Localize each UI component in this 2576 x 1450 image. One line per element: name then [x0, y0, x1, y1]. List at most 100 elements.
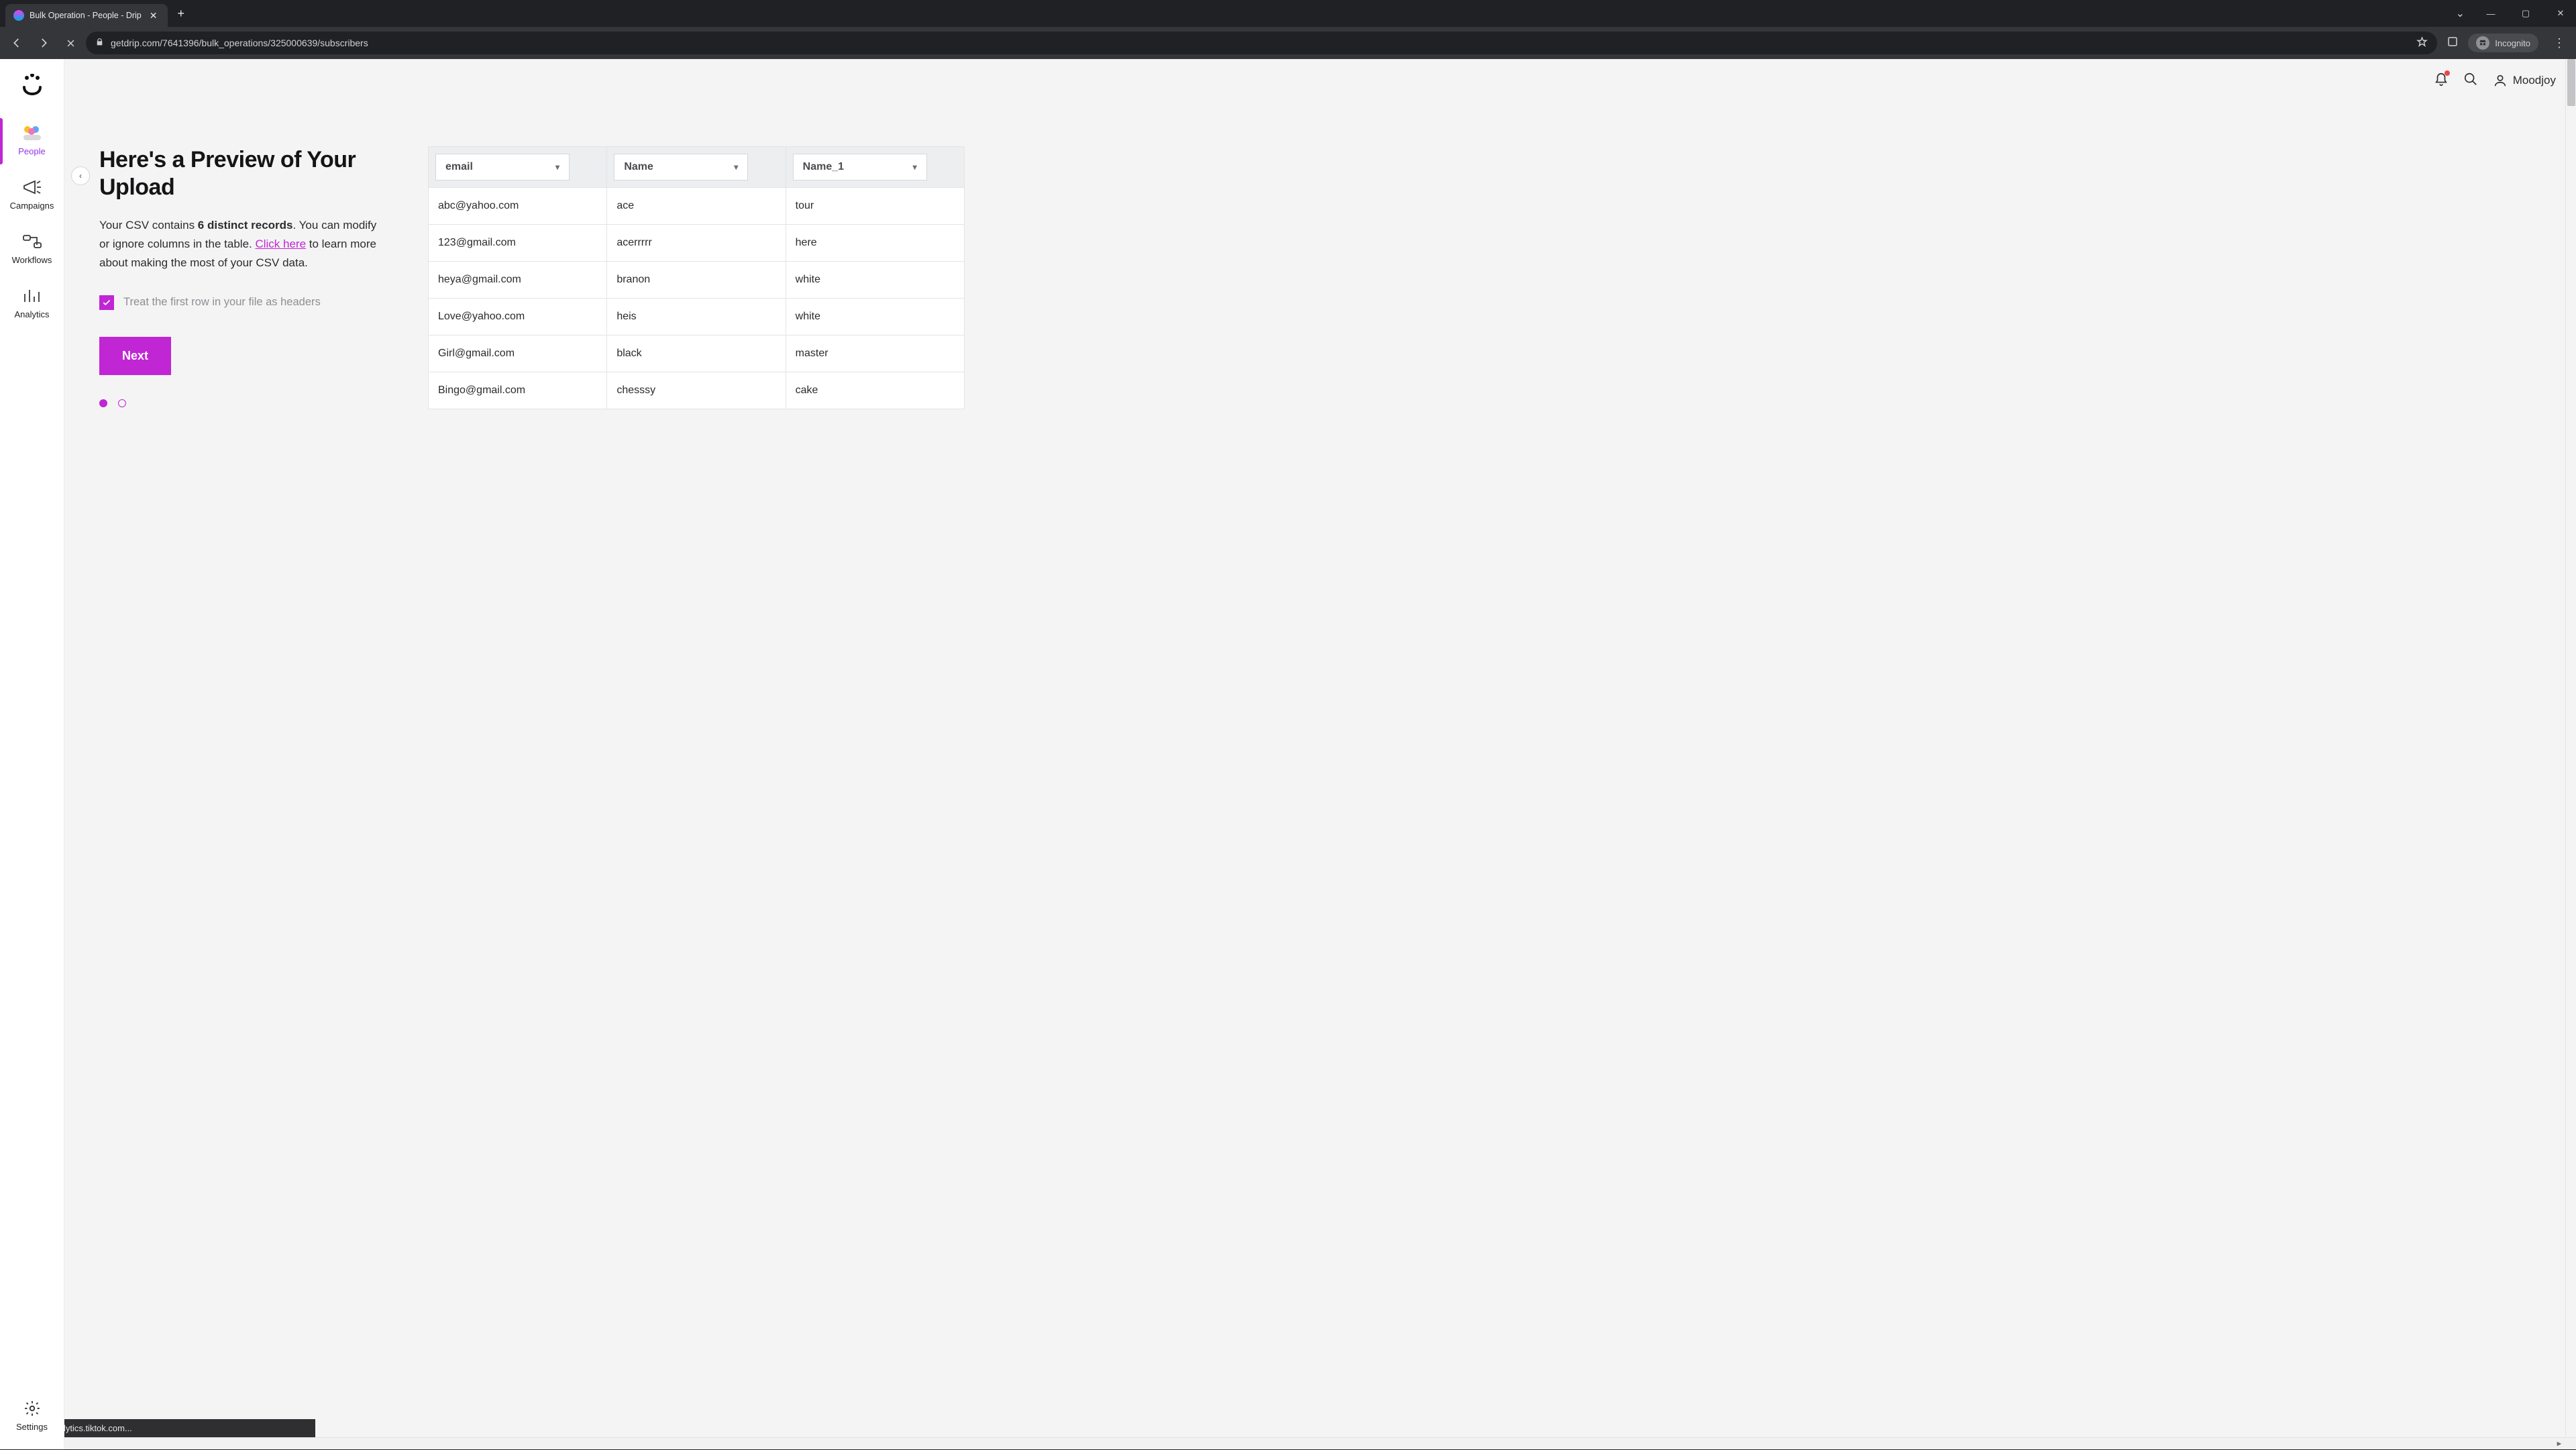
cell: acerrrrr — [607, 225, 786, 262]
sidebar-item-analytics[interactable]: Analytics — [0, 277, 64, 331]
sidebar-item-label: People — [18, 146, 45, 156]
cell: master — [786, 335, 964, 372]
gear-icon — [21, 1399, 44, 1418]
cell: cake — [786, 372, 964, 409]
chevron-down-icon: ▾ — [734, 162, 738, 172]
sidebar-item-campaigns[interactable]: Campaigns — [0, 168, 64, 223]
forward-button[interactable] — [32, 32, 55, 54]
drip-logo[interactable] — [20, 74, 44, 95]
lock-icon — [95, 38, 104, 48]
sidebar-item-label: Workflows — [12, 255, 52, 265]
page-viewport: People Campaigns Workflows Analytics — [0, 59, 2576, 1449]
learn-more-link[interactable]: Click here — [255, 238, 306, 250]
bookmark-star-icon[interactable] — [2416, 36, 2428, 50]
notification-dot-icon — [2445, 70, 2450, 76]
cell: heya@gmail.com — [429, 262, 607, 299]
headers-checkbox-label: Treat the first row in your file as head… — [123, 296, 321, 309]
preview-table: email ▾ Name ▾ — [428, 146, 965, 409]
table-row: Love@yahoo.comheiswhite — [429, 299, 965, 335]
minimize-button[interactable]: ― — [2475, 2, 2506, 25]
content-row: Here's a Preview of Your Upload Your CSV… — [99, 146, 2549, 409]
sidebar-item-label: Settings — [16, 1422, 48, 1432]
table-row: 123@gmail.comacerrrrrhere — [429, 225, 965, 262]
chevron-down-icon: ▾ — [555, 162, 559, 172]
sidebar-item-people[interactable]: People — [0, 114, 64, 168]
new-tab-button[interactable]: + — [168, 7, 194, 21]
notifications-button[interactable] — [2434, 72, 2449, 90]
cell: abc@yahoo.com — [429, 188, 607, 225]
search-button[interactable] — [2463, 72, 2478, 90]
browser-toolbar: getdrip.com/7641396/bulk_operations/3250… — [0, 27, 2576, 59]
sidebar-item-label: Analytics — [14, 309, 49, 319]
cell: white — [786, 299, 964, 335]
desc-prefix: Your CSV contains — [99, 219, 198, 231]
back-button[interactable] — [5, 32, 28, 54]
collapse-sidebar-button[interactable]: ‹ — [71, 166, 90, 185]
people-icon — [21, 123, 44, 142]
upload-description: Your CSV contains 6 distinct records. Yo… — [99, 216, 388, 272]
cell: ace — [607, 188, 786, 225]
select-value: Name_1 — [803, 161, 844, 173]
cell: here — [786, 225, 964, 262]
select-value: Name — [624, 161, 653, 173]
megaphone-icon — [21, 178, 44, 197]
table-row: heya@gmail.combranonwhite — [429, 262, 965, 299]
address-bar[interactable]: getdrip.com/7641396/bulk_operations/3250… — [86, 32, 2437, 54]
chevron-down-icon: ▾ — [913, 162, 917, 172]
stop-reload-button[interactable] — [59, 32, 82, 54]
close-tab-icon[interactable]: ✕ — [147, 9, 160, 23]
tab-title: Bulk Operation - People - Drip — [30, 11, 142, 20]
headers-checkbox[interactable] — [99, 295, 114, 310]
close-window-button[interactable]: ✕ — [2545, 2, 2576, 25]
horizontal-scrollbar[interactable]: ◄ ► — [0, 1437, 2576, 1449]
upload-info-panel: Here's a Preview of Your Upload Your CSV… — [99, 146, 388, 409]
extensions-icon[interactable] — [2447, 36, 2459, 51]
sidebar-item-workflows[interactable]: Workflows — [0, 223, 64, 277]
main-area: Moodjoy ‹ Here's a Preview of Your Uploa… — [64, 59, 2576, 1449]
window-controls: ⌄ ― ▢ ✕ — [2456, 2, 2576, 25]
column-mapping-select-1[interactable]: Name ▾ — [614, 154, 748, 180]
table-row: abc@yahoo.comacetour — [429, 188, 965, 225]
cell: Bingo@gmail.com — [429, 372, 607, 409]
next-button[interactable]: Next — [99, 337, 171, 375]
cell: 123@gmail.com — [429, 225, 607, 262]
browser-menu-button[interactable]: ⋮ — [2548, 34, 2571, 53]
hscroll-right-arrow[interactable]: ► — [2553, 1438, 2565, 1450]
step-indicator — [99, 399, 388, 407]
step-dot-2[interactable] — [118, 399, 126, 407]
vertical-scrollbar[interactable] — [2565, 59, 2576, 1437]
check-icon — [102, 298, 111, 307]
browser-tab[interactable]: Bulk Operation - People - Drip ✕ — [5, 4, 168, 27]
incognito-label: Incognito — [2495, 38, 2530, 48]
desc-record-count: 6 distinct records — [198, 219, 293, 231]
table-body: abc@yahoo.comacetour 123@gmail.comacerrr… — [429, 188, 965, 409]
incognito-badge[interactable]: Incognito — [2468, 34, 2538, 52]
sidebar-item-settings[interactable]: Settings — [0, 1390, 64, 1449]
table-row: Girl@gmail.comblackmaster — [429, 335, 965, 372]
url-text: getdrip.com/7641396/bulk_operations/3250… — [111, 38, 368, 48]
tab-favicon — [13, 10, 24, 21]
username-label: Moodjoy — [2513, 74, 2556, 87]
cell: chesssy — [607, 372, 786, 409]
browser-titlebar: Bulk Operation - People - Drip ✕ + ⌄ ― ▢… — [0, 0, 2576, 27]
workflow-icon — [21, 232, 44, 251]
table-header-row: email ▾ Name ▾ — [429, 147, 965, 188]
cell: branon — [607, 262, 786, 299]
sidebar-item-label: Campaigns — [10, 201, 54, 211]
user-menu[interactable]: Moodjoy — [2493, 73, 2556, 88]
column-mapping-select-0[interactable]: email ▾ — [435, 154, 570, 180]
incognito-icon — [2476, 36, 2489, 50]
step-dot-1[interactable] — [99, 399, 107, 407]
analytics-icon — [21, 287, 44, 305]
cell: black — [607, 335, 786, 372]
cell: white — [786, 262, 964, 299]
preview-table-panel: email ▾ Name ▾ — [428, 146, 965, 409]
user-icon — [2493, 73, 2508, 88]
cell: Girl@gmail.com — [429, 335, 607, 372]
select-value: email — [445, 161, 473, 173]
table-row: Bingo@gmail.comchesssycake — [429, 372, 965, 409]
tab-search-icon[interactable]: ⌄ — [2456, 7, 2465, 20]
maximize-button[interactable]: ▢ — [2510, 2, 2541, 25]
column-mapping-select-2[interactable]: Name_1 ▾ — [793, 154, 927, 180]
app-sidebar: People Campaigns Workflows Analytics — [0, 59, 64, 1449]
